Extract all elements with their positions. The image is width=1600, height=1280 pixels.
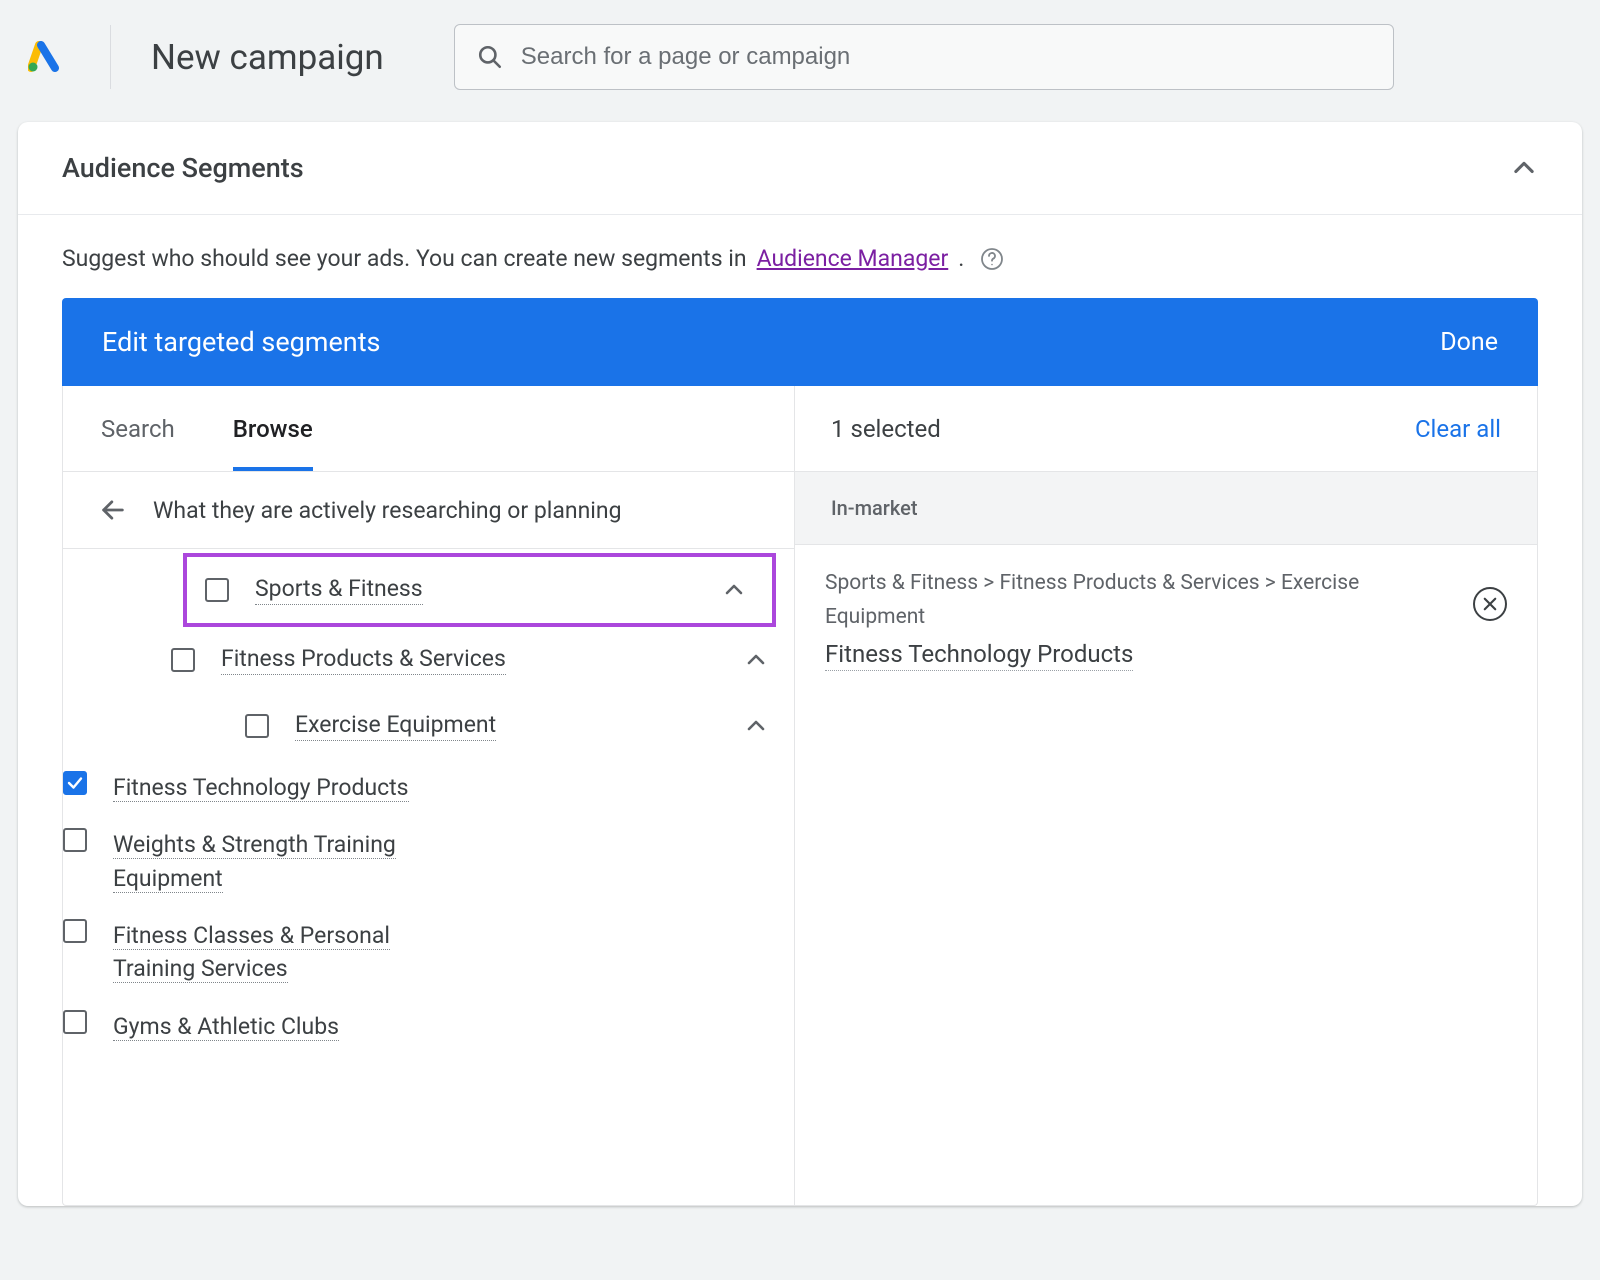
category-tree: Sports & Fitness Fitness Products & Serv… bbox=[63, 549, 794, 1065]
selected-item-breadcrumb: Sports & Fitness > Fitness Products & Se… bbox=[825, 567, 1457, 634]
checkbox-fitness-tech[interactable] bbox=[63, 771, 87, 795]
checkbox-exercise-equipment[interactable] bbox=[245, 714, 269, 738]
label-sports-fitness: Sports & Fitness bbox=[255, 575, 423, 605]
page-title: New campaign bbox=[151, 37, 384, 78]
selection-column: 1 selected Clear all In-market Sports & … bbox=[795, 386, 1537, 1205]
back-arrow-icon[interactable] bbox=[99, 496, 127, 524]
card-title: Audience Segments bbox=[62, 152, 304, 184]
selection-header: 1 selected Clear all bbox=[795, 386, 1537, 472]
node-weights[interactable]: Weights & Strength Training Equipment bbox=[63, 816, 794, 907]
help-icon[interactable] bbox=[980, 247, 1004, 271]
done-button[interactable]: Done bbox=[1440, 328, 1498, 357]
node-fitness-classes[interactable]: Fitness Classes & Personal Training Serv… bbox=[63, 907, 794, 998]
inmarket-label: In-market bbox=[795, 472, 1537, 545]
label-exercise-equipment: Exercise Equipment bbox=[295, 711, 496, 741]
edit-segments-bar: Edit targeted segments Done bbox=[62, 298, 1538, 386]
remove-selection-button[interactable] bbox=[1473, 587, 1507, 621]
label-fitness-tech: Fitness Technology Products bbox=[113, 774, 409, 802]
suggest-text-row: Suggest who should see your ads. You can… bbox=[18, 215, 1582, 298]
node-fitness-products[interactable]: Fitness Products & Services bbox=[63, 627, 794, 693]
google-ads-logo bbox=[28, 41, 60, 73]
checkbox-weights[interactable] bbox=[63, 828, 87, 852]
suggest-text-suffix: . bbox=[958, 245, 964, 272]
browse-breadcrumb: What they are actively researching or pl… bbox=[63, 472, 794, 549]
label-fitness-products: Fitness Products & Services bbox=[221, 645, 506, 675]
chevron-up-icon[interactable] bbox=[744, 714, 768, 738]
header-divider bbox=[110, 25, 111, 89]
selected-item: Sports & Fitness > Fitness Products & Se… bbox=[795, 545, 1537, 693]
search-icon bbox=[477, 44, 503, 70]
selected-count: 1 selected bbox=[831, 415, 941, 443]
audience-manager-link[interactable]: Audience Manager bbox=[757, 245, 949, 272]
segments-panel: Search Browse What they are actively res… bbox=[62, 386, 1538, 1206]
collapse-card-button[interactable] bbox=[1510, 154, 1538, 182]
search-field[interactable] bbox=[454, 24, 1394, 90]
edit-segments-title: Edit targeted segments bbox=[102, 326, 380, 358]
suggest-text-prefix: Suggest who should see your ads. You can… bbox=[62, 245, 747, 272]
audience-segments-card: Audience Segments Suggest who should see… bbox=[18, 122, 1582, 1206]
checkbox-fitness-products[interactable] bbox=[171, 648, 195, 672]
node-sports-fitness[interactable]: Sports & Fitness bbox=[187, 557, 772, 623]
tab-browse[interactable]: Browse bbox=[233, 415, 313, 471]
top-bar: New campaign bbox=[0, 0, 1600, 122]
node-exercise-equipment[interactable]: Exercise Equipment bbox=[63, 693, 794, 759]
node-gyms[interactable]: Gyms & Athletic Clubs bbox=[63, 998, 794, 1055]
chevron-up-icon[interactable] bbox=[744, 648, 768, 672]
breadcrumb-text: What they are actively researching or pl… bbox=[153, 497, 621, 524]
checkbox-gyms[interactable] bbox=[63, 1010, 87, 1034]
card-header: Audience Segments bbox=[18, 122, 1582, 214]
selected-item-name: Fitness Technology Products bbox=[825, 640, 1133, 671]
label-gyms: Gyms & Athletic Clubs bbox=[113, 1013, 339, 1041]
search-input[interactable] bbox=[521, 43, 1371, 71]
label-weights: Weights & Strength Training Equipment bbox=[113, 831, 396, 892]
checkbox-sports-fitness[interactable] bbox=[205, 578, 229, 602]
browse-column: Search Browse What they are actively res… bbox=[63, 386, 795, 1205]
clear-all-button[interactable]: Clear all bbox=[1415, 415, 1501, 443]
checkbox-fitness-classes[interactable] bbox=[63, 919, 87, 943]
label-fitness-classes: Fitness Classes & Personal Training Serv… bbox=[113, 922, 390, 983]
tabs: Search Browse bbox=[63, 386, 794, 472]
chevron-up-icon[interactable] bbox=[722, 578, 746, 602]
tab-search[interactable]: Search bbox=[101, 415, 175, 471]
highlight-sports-fitness: Sports & Fitness bbox=[183, 553, 776, 627]
node-fitness-tech[interactable]: Fitness Technology Products bbox=[63, 759, 794, 816]
